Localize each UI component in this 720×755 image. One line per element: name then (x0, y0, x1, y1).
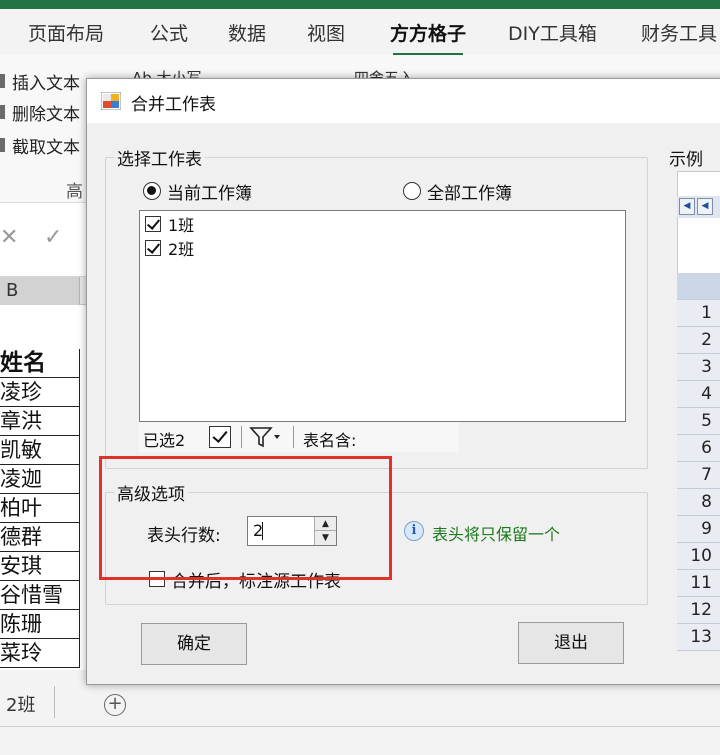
example-row-number: 3 (677, 354, 720, 381)
table-cell[interactable]: 凯敏 (0, 436, 80, 465)
example-corner (677, 273, 720, 300)
header-info-text: 表头将只保留一个 (432, 525, 561, 544)
table-cell[interactable]: 陈珊 (0, 610, 80, 639)
tab-formulas[interactable]: 公式 (150, 19, 188, 46)
example-row-number: 11 (677, 570, 720, 597)
selected-count: 已选2 (143, 431, 186, 450)
table-cell[interactable]: 德群 (0, 523, 80, 552)
dialog-titlebar[interactable]: 合并工作表 (87, 79, 720, 123)
extract-text-button[interactable]: 截取文本 (12, 133, 80, 158)
filter-icon[interactable] (249, 425, 283, 449)
delete-text-icon (0, 105, 5, 119)
info-icon: i (404, 521, 424, 541)
example-row-number: 4 (677, 381, 720, 408)
toolbar-divider (293, 426, 294, 448)
example-row-number: 13 (677, 624, 720, 651)
radio-current-workbook[interactable] (143, 182, 161, 200)
example-row-number: 10 (677, 543, 720, 570)
table-cell[interactable]: 谷惜雪 (0, 581, 80, 610)
radio-all-workbooks-label[interactable]: 全部工作簿 (427, 179, 512, 204)
cell-header-name[interactable]: 姓名 (0, 349, 80, 378)
sheet-label-2ban[interactable]: 2班 (168, 236, 194, 260)
exit-button[interactable]: 退出 (518, 622, 624, 664)
column-b-label: B (6, 280, 19, 301)
sheet-checkbox-2ban[interactable] (145, 240, 161, 256)
nav-first-icon[interactable]: ◀ (679, 198, 695, 215)
status-divider (0, 726, 720, 727)
sheet-label-1ban[interactable]: 1班 (168, 212, 194, 236)
table-cell[interactable]: 菜玲 (0, 639, 80, 668)
ok-button[interactable]: 确定 (141, 623, 247, 665)
sheet-tab-divider (54, 686, 55, 718)
insert-text-icon (0, 74, 5, 88)
excel-title-strip (0, 0, 720, 9)
cancel-formula-icon[interactable]: ✕ (0, 225, 18, 250)
dialog-title: 合并工作表 (131, 95, 216, 115)
ribbon-group-label: 高 (66, 182, 83, 202)
filter-name-label: 表名含: (303, 431, 357, 450)
sheet-tab-2ban[interactable]: 2班 (6, 691, 35, 717)
ribbon-tab-bar: 页面布局 公式 数据 视图 方方格子 DIY工具箱 财务工具 (0, 9, 720, 56)
sheet-listbox[interactable]: 1班 2班 (139, 210, 626, 422)
tab-data[interactable]: 数据 (228, 19, 266, 46)
example-row-number: 8 (677, 489, 720, 516)
tab-fangfang-gezi[interactable]: 方方格子 (390, 19, 466, 46)
example-row-number: 9 (677, 516, 720, 543)
tab-finance-tools[interactable]: 财务工具 (641, 19, 717, 46)
tab-diy-toolbox[interactable]: DIY工具箱 (508, 19, 597, 46)
tab-page-layout[interactable]: 页面布局 (28, 19, 104, 46)
select-sheets-legend: 选择工作表 (114, 145, 205, 170)
radio-current-workbook-label[interactable]: 当前工作簿 (167, 179, 252, 204)
merge-sheets-dialog: 合并工作表 选择工作表 当前工作簿 全部工作簿 1班 2班 已选2 表名含: 高… (86, 78, 720, 685)
table-cell[interactable]: 安琪 (0, 552, 80, 581)
sheet-list-toolbar: 已选2 表名含: (139, 422, 459, 452)
example-row-number: 5 (677, 408, 720, 435)
table-cell[interactable]: 凌珍 (0, 378, 80, 407)
example-row-number: 12 (677, 597, 720, 624)
toolbar-divider (241, 426, 242, 448)
app-icon (101, 92, 121, 110)
sheet-tab-bar: 2班 + (0, 686, 720, 755)
select-all-button[interactable] (209, 426, 231, 448)
nav-prev-icon[interactable]: ◀ (697, 198, 713, 215)
sheet-checkbox-1ban[interactable] (145, 216, 161, 232)
table-cell[interactable]: 柏叶 (0, 494, 80, 523)
example-row-number: 6 (677, 435, 720, 462)
column-header-row: B (0, 277, 86, 305)
table-cell[interactable]: 凌迦 (0, 465, 80, 494)
example-row-number: 7 (677, 462, 720, 489)
example-row-number: 2 (677, 327, 720, 354)
add-sheet-icon[interactable]: + (104, 694, 126, 716)
worksheet-grid: 姓名 凌珍 章洪 凯敏 凌迦 柏叶 德群 安琪 谷惜雪 陈珊 菜玲 (0, 305, 86, 670)
example-sheet-nav: ◀ ◀ (677, 196, 720, 218)
table-cell[interactable]: 章洪 (0, 407, 80, 436)
highlight-annotation-box (99, 456, 392, 580)
column-header-b[interactable]: B (0, 277, 80, 305)
delete-text-button[interactable]: 删除文本 (12, 100, 80, 125)
example-row-number: 1 (677, 300, 720, 327)
extract-text-icon (0, 138, 5, 152)
tab-view[interactable]: 视图 (307, 19, 345, 46)
insert-text-button[interactable]: 插入文本 (12, 69, 80, 94)
radio-all-workbooks[interactable] (403, 182, 421, 200)
example-legend: 示例 (669, 150, 703, 170)
confirm-formula-icon[interactable]: ✓ (44, 225, 62, 250)
